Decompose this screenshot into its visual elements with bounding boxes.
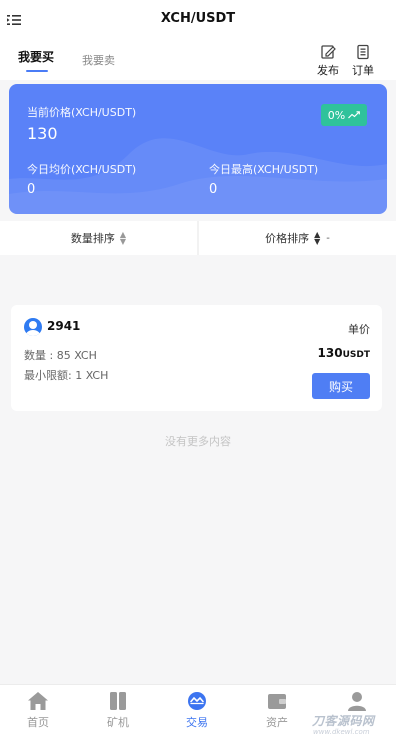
listing-min-limit: 最小限额: 1 XCH bbox=[24, 369, 109, 382]
unit-price-value: 130 bbox=[317, 346, 343, 360]
unit-price-currency: USDT bbox=[342, 350, 370, 360]
buy-button[interactable]: 购买 bbox=[312, 373, 370, 399]
unit-price: 130USDT bbox=[318, 346, 370, 360]
sort-price-extra: - bbox=[326, 232, 330, 244]
nav-trade-label: 交易 bbox=[186, 716, 208, 729]
page-title: XCH/USDT bbox=[160, 11, 236, 26]
trend-up-icon bbox=[348, 111, 361, 119]
current-price-value: 130 bbox=[27, 124, 58, 143]
sort-arrows-icon: ▲ ▼ bbox=[314, 230, 321, 246]
home-icon bbox=[28, 692, 48, 710]
change-value: 0% bbox=[327, 108, 346, 122]
edit-icon bbox=[321, 45, 336, 59]
sort-bar: 数量排序 ▲ ▼ 价格排序 ▲ ▼ - bbox=[0, 221, 396, 255]
sort-price-label: 价格排序 bbox=[265, 232, 310, 245]
sort-by-quantity[interactable]: 数量排序 ▲ ▼ bbox=[0, 221, 197, 255]
user-icon bbox=[348, 692, 366, 711]
publish-label: 发布 bbox=[317, 64, 339, 77]
change-badge: 0% bbox=[321, 104, 367, 126]
tab-buy[interactable]: 我要买 bbox=[18, 48, 54, 65]
no-more-content: 没有更多内容 bbox=[165, 435, 231, 448]
nav-assets[interactable]: 资产 bbox=[252, 691, 302, 730]
publish-button[interactable]: 发布 bbox=[314, 44, 342, 78]
price-card: 当前价格(XCH/USDT) 130 0% 今日均价(XCH/USDT) 0 今… bbox=[9, 84, 387, 214]
tab-bar: 我要买 我要卖 发布 订单 bbox=[0, 40, 396, 80]
orders-button[interactable]: 订单 bbox=[349, 44, 377, 78]
current-price-label: 当前价格(XCH/USDT) bbox=[27, 106, 137, 119]
server-icon bbox=[110, 692, 126, 710]
nav-home-label: 首页 bbox=[27, 716, 49, 729]
sort-quantity-label: 数量排序 bbox=[70, 232, 115, 245]
high-price-value: 0 bbox=[209, 182, 218, 197]
orders-icon bbox=[357, 44, 369, 60]
high-price-label: 今日最高(XCH/USDT) bbox=[209, 163, 319, 176]
avatar bbox=[24, 318, 42, 336]
avg-price-value: 0 bbox=[27, 182, 36, 197]
nav-trade[interactable]: 交易 bbox=[172, 691, 222, 730]
sort-by-price[interactable]: 价格排序 ▲ ▼ - bbox=[199, 221, 396, 255]
exchange-icon bbox=[188, 692, 206, 710]
nav-mining[interactable]: 矿机 bbox=[93, 691, 143, 730]
watermark: 刀客源码网 bbox=[312, 714, 375, 728]
tab-sell[interactable]: 我要卖 bbox=[82, 52, 115, 68]
watermark-url: www.dkewl.com bbox=[313, 728, 370, 736]
tab-active-indicator bbox=[26, 70, 48, 72]
sort-arrows-icon: ▲ ▼ bbox=[119, 230, 127, 246]
wallet-icon bbox=[268, 694, 286, 709]
avg-price-label: 今日均价(XCH/USDT) bbox=[27, 163, 137, 176]
header: XCH/USDT bbox=[0, 0, 396, 40]
nav-mining-label: 矿机 bbox=[107, 716, 129, 729]
unit-price-label: 单价 bbox=[348, 323, 370, 336]
nav-home[interactable]: 首页 bbox=[13, 691, 63, 730]
nav-assets-label: 资产 bbox=[266, 716, 288, 729]
listing-card: 2941 单价 数量 : 85 XCH 最小限额: 1 XCH 130USDT … bbox=[11, 305, 382, 411]
listing-quantity: 数量 : 85 XCH bbox=[24, 349, 97, 362]
orders-label: 订单 bbox=[352, 64, 374, 77]
nav-profile[interactable] bbox=[332, 691, 382, 711]
seller-name: 2941 bbox=[47, 319, 81, 333]
